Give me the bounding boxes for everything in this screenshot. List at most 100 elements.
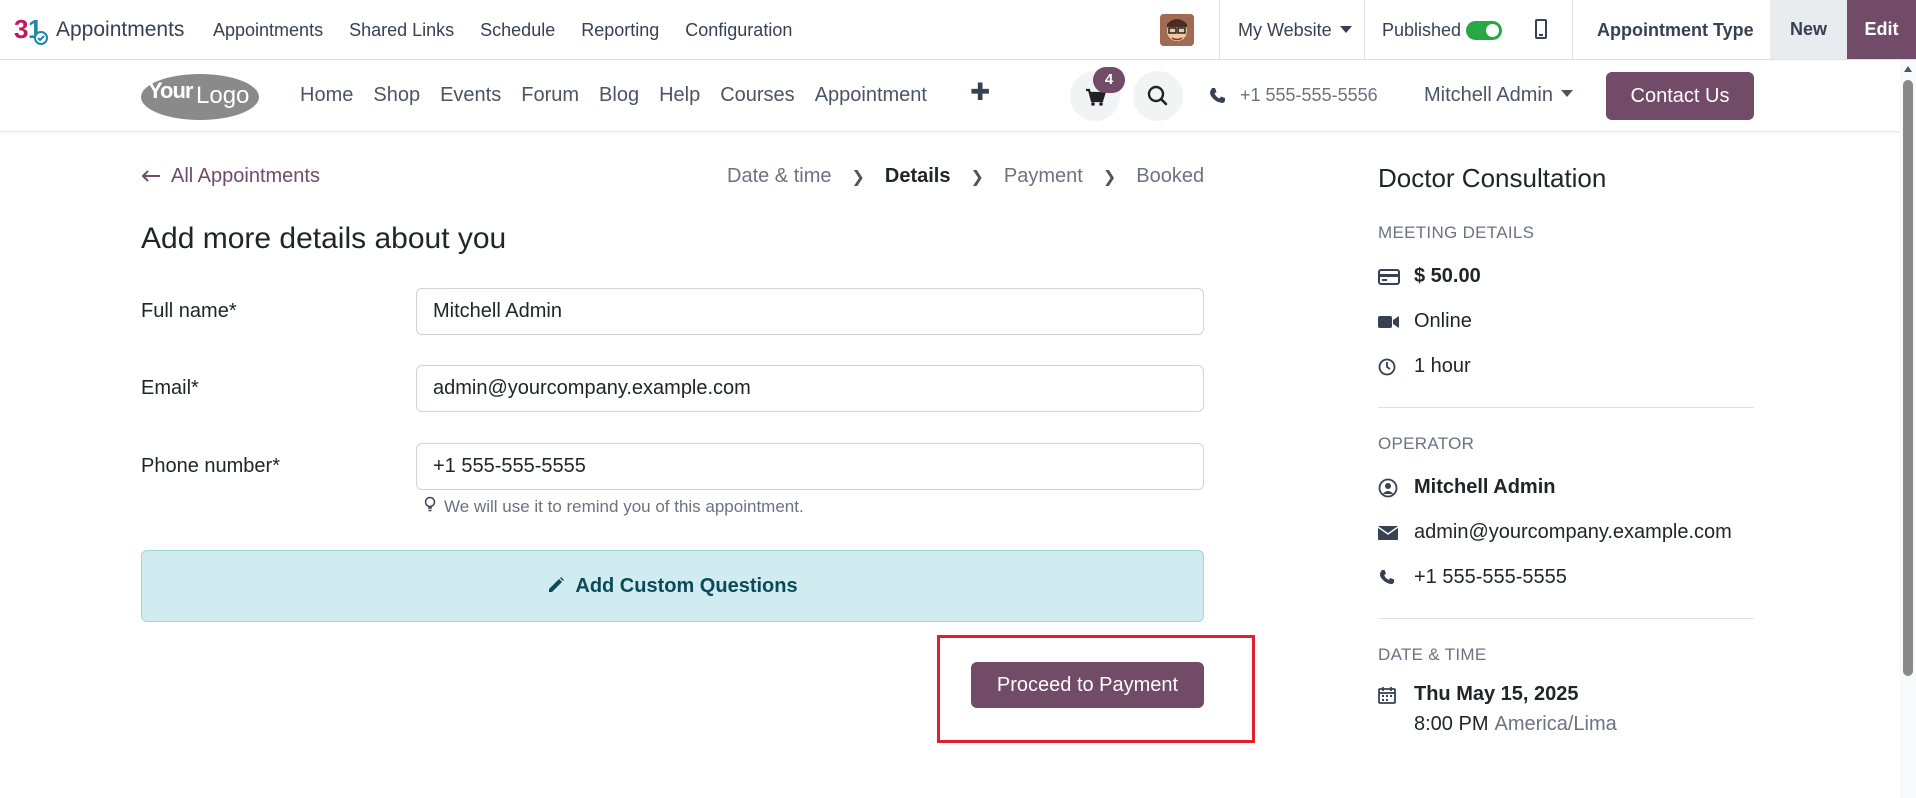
divider: [1364, 0, 1365, 60]
step-date-time[interactable]: Date & time: [727, 165, 831, 188]
mobile-preview-icon[interactable]: [1535, 19, 1547, 39]
page-title: Add more details about you: [141, 222, 507, 255]
app-name[interactable]: Appointments: [56, 18, 184, 42]
credit-card-icon: [1378, 268, 1400, 285]
lightbulb-icon: [424, 496, 436, 512]
sitemenu-forum[interactable]: Forum: [521, 84, 579, 107]
duration-row: 1 hour: [1378, 355, 1471, 378]
full-name-field[interactable]: Mitchell Admin: [416, 288, 1204, 335]
operator-email[interactable]: admin@yourcompany.example.com: [1414, 521, 1732, 544]
operator-phone-row: +1 555-555-5555: [1378, 566, 1567, 589]
sitemenu-home[interactable]: Home: [300, 84, 353, 107]
search-icon: [1147, 85, 1168, 106]
booking-steps-breadcrumb: Date & time ❯ Details ❯ Payment ❯ Booked: [727, 165, 1204, 188]
site-menu: Home Shop Events Forum Blog Help Courses…: [300, 84, 947, 107]
date-row: Thu May 15, 2025: [1378, 683, 1579, 706]
scroll-up-arrow-icon[interactable]: [1904, 66, 1912, 72]
svg-text:Logo: Logo: [196, 82, 249, 109]
user-menu-label: Mitchell Admin: [1424, 84, 1553, 106]
sitemenu-blog[interactable]: Blog: [599, 84, 639, 107]
svg-text:Your: Your: [148, 78, 194, 103]
all-appointments-label: All Appointments: [171, 165, 320, 187]
scroll-thumb[interactable]: [1903, 80, 1913, 676]
topmenu-reporting[interactable]: Reporting: [581, 20, 659, 41]
page-scrollbar[interactable]: [1900, 60, 1916, 798]
user-avatar[interactable]: [1160, 14, 1194, 46]
divider: [1378, 407, 1754, 408]
email-label: Email*: [141, 377, 199, 399]
chevron-right-icon: ❯: [970, 168, 984, 186]
cart-count-badge: 4: [1093, 67, 1125, 93]
site-logo[interactable]: Your Logo: [140, 71, 261, 121]
timezone-value: America/Lima: [1494, 713, 1617, 735]
location-row: Online: [1378, 310, 1472, 333]
search-button[interactable]: [1133, 71, 1183, 121]
appointments-app-icon[interactable]: 3 1: [14, 14, 48, 46]
appointment-type-link[interactable]: Appointment Type: [1597, 20, 1754, 41]
contact-us-button[interactable]: Contact Us: [1606, 72, 1754, 120]
location-value: Online: [1414, 310, 1472, 332]
chevron-right-icon: ❯: [851, 168, 865, 186]
sitemenu-shop[interactable]: Shop: [373, 84, 420, 107]
sitemenu-help[interactable]: Help: [659, 84, 700, 107]
meeting-details-heading: MEETING DETAILS: [1378, 223, 1535, 242]
odoo-top-menu: Appointments Shared Links Schedule Repor…: [213, 20, 818, 41]
topmenu-schedule[interactable]: Schedule: [480, 20, 555, 41]
user-menu[interactable]: Mitchell Admin: [1424, 84, 1573, 107]
video-camera-icon: [1378, 315, 1399, 328]
website-selector[interactable]: My Website: [1238, 20, 1352, 41]
operator-name: Mitchell Admin: [1414, 476, 1556, 498]
calendar-icon: [1378, 686, 1396, 704]
divider: [1219, 0, 1220, 60]
topmenu-appointments[interactable]: Appointments: [213, 20, 323, 41]
topmenu-shared-links[interactable]: Shared Links: [349, 20, 454, 41]
time-value: 8:00 PM: [1414, 713, 1489, 735]
website-selector-label: My Website: [1238, 20, 1332, 40]
add-custom-questions-label: Add Custom Questions: [575, 575, 798, 597]
phone-label: Phone number*: [141, 455, 280, 477]
date-time-heading: DATE & TIME: [1378, 645, 1487, 664]
odoo-top-bar: 3 1 Appointments Appointments Shared Lin…: [0, 0, 1916, 60]
time-row: 8:00 PM America/Lima: [1414, 713, 1617, 736]
envelope-icon: [1378, 525, 1398, 540]
email-field[interactable]: admin@yourcompany.example.com: [416, 365, 1204, 412]
operator-phone[interactable]: +1 555-555-5555: [1414, 566, 1567, 589]
full-name-label: Full name*: [141, 300, 237, 322]
arrow-left-icon: [141, 170, 160, 182]
price-value: $ 50.00: [1414, 265, 1481, 287]
phone-hint: We will use it to remind you of this app…: [424, 496, 804, 517]
date-value: Thu May 15, 2025: [1414, 683, 1579, 705]
website-header: Your Logo Home Shop Events Forum Blog He…: [0, 60, 1900, 132]
proceed-to-payment-button[interactable]: Proceed to Payment: [971, 662, 1204, 708]
price-row: $ 50.00: [1378, 265, 1481, 288]
clock-icon: [1378, 358, 1396, 375]
sitemenu-appointment[interactable]: Appointment: [815, 84, 927, 107]
duration-value: 1 hour: [1414, 355, 1471, 377]
caret-down-icon: [1560, 90, 1573, 98]
sitemenu-courses[interactable]: Courses: [720, 84, 794, 107]
phone-hint-text: We will use it to remind you of this app…: [444, 497, 804, 516]
new-button[interactable]: New: [1770, 0, 1847, 59]
caret-down-icon: [1339, 25, 1352, 33]
phone-icon: [1210, 88, 1225, 103]
add-menu-plus-icon[interactable]: ✚: [970, 78, 990, 107]
topmenu-configuration[interactable]: Configuration: [685, 20, 792, 41]
add-custom-questions-button[interactable]: Add Custom Questions: [141, 550, 1204, 622]
svg-text:3: 3: [14, 14, 28, 44]
phone-field[interactable]: +1 555-555-5555: [416, 443, 1204, 490]
step-details: Details: [884, 165, 951, 187]
pencil-icon: [549, 576, 565, 592]
edit-button[interactable]: Edit: [1847, 0, 1916, 59]
sitemenu-events[interactable]: Events: [440, 84, 501, 107]
divider: [1378, 618, 1754, 619]
step-booked: Booked: [1136, 165, 1205, 187]
published-label: Published: [1382, 20, 1462, 40]
appointment-title: Doctor Consultation: [1378, 163, 1607, 193]
divider: [1572, 0, 1573, 60]
site-phone-link[interactable]: +1 555-555-5556: [1240, 85, 1378, 106]
user-circle-icon: [1378, 478, 1398, 497]
operator-email-row: admin@yourcompany.example.com: [1378, 521, 1732, 544]
step-payment: Payment: [1003, 165, 1083, 187]
all-appointments-link[interactable]: All Appointments: [141, 165, 320, 188]
published-toggle[interactable]: [1466, 21, 1502, 40]
